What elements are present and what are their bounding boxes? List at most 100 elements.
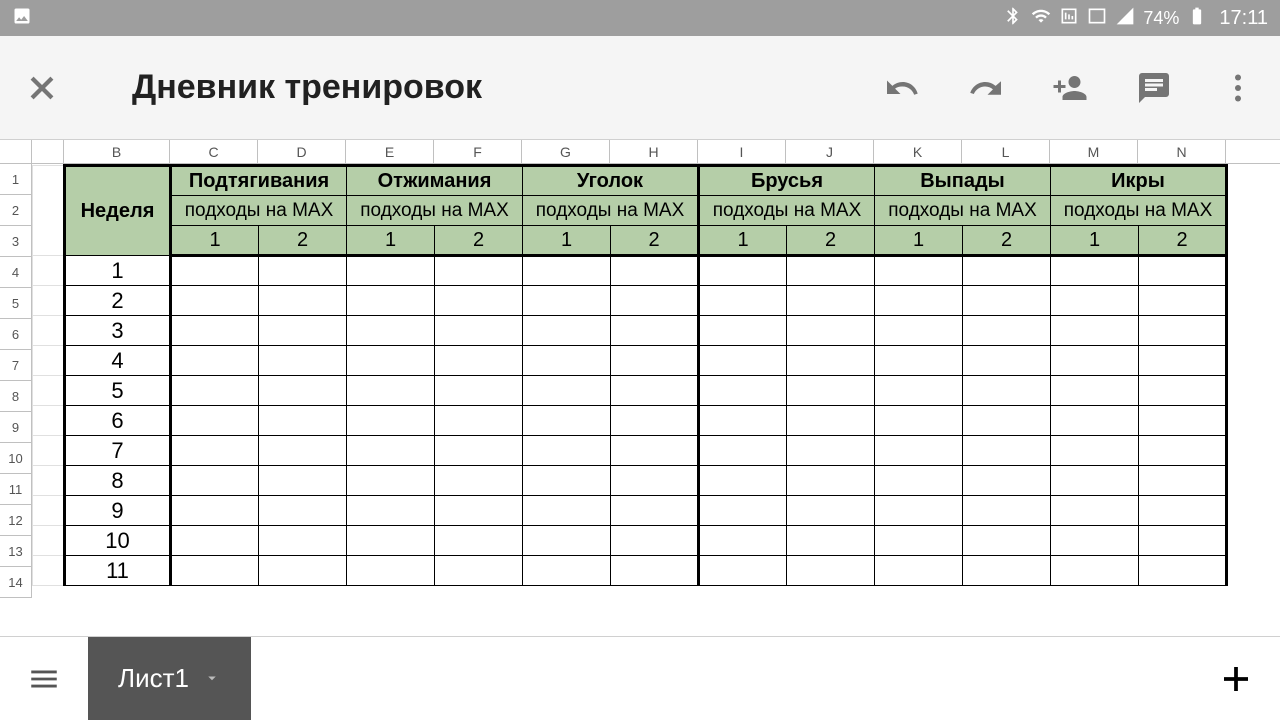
exercise-header[interactable]: Выпады	[875, 166, 1051, 196]
week-header[interactable]: Неделя	[65, 166, 171, 256]
cell[interactable]	[33, 166, 65, 256]
data-cell[interactable]	[259, 286, 347, 316]
data-cell[interactable]	[523, 556, 611, 586]
data-cell[interactable]	[171, 556, 259, 586]
cell[interactable]	[33, 406, 65, 436]
data-cell[interactable]	[699, 496, 787, 526]
exercise-header[interactable]: Икры	[1051, 166, 1227, 196]
corner-cell[interactable]	[0, 140, 32, 163]
data-cell[interactable]	[171, 316, 259, 346]
set-number-header[interactable]: 1	[1051, 226, 1139, 256]
data-cell[interactable]	[611, 376, 699, 406]
data-cell[interactable]	[963, 286, 1051, 316]
data-cell[interactable]	[875, 556, 963, 586]
data-cell[interactable]	[259, 496, 347, 526]
exercise-header[interactable]: Уголок	[523, 166, 699, 196]
data-cell[interactable]	[963, 376, 1051, 406]
data-cell[interactable]	[1051, 286, 1139, 316]
cell[interactable]	[33, 316, 65, 346]
set-number-header[interactable]: 2	[435, 226, 523, 256]
data-cell[interactable]	[963, 436, 1051, 466]
cell[interactable]	[33, 256, 65, 286]
data-cell[interactable]	[523, 286, 611, 316]
add-collaborator-button[interactable]	[1050, 68, 1090, 108]
data-cell[interactable]	[347, 406, 435, 436]
data-cell[interactable]	[611, 346, 699, 376]
data-cell[interactable]	[435, 526, 523, 556]
data-cell[interactable]	[1051, 526, 1139, 556]
data-cell[interactable]	[699, 406, 787, 436]
data-cell[interactable]	[699, 526, 787, 556]
data-cell[interactable]	[611, 286, 699, 316]
data-cell[interactable]	[787, 526, 875, 556]
data-cell[interactable]	[523, 466, 611, 496]
data-cell[interactable]	[963, 316, 1051, 346]
sheet-tab-active[interactable]: Лист1	[88, 637, 251, 720]
row-header[interactable]: 5	[0, 288, 32, 319]
training-log-table[interactable]: НеделяПодтягиванияОтжиманияУголокБрусьяВ…	[32, 164, 1228, 586]
row-header[interactable]: 7	[0, 350, 32, 381]
data-cell[interactable]	[435, 286, 523, 316]
cell[interactable]	[33, 496, 65, 526]
set-number-header[interactable]: 2	[611, 226, 699, 256]
data-cell[interactable]	[347, 436, 435, 466]
row-header[interactable]: 3	[0, 226, 32, 257]
subheader[interactable]: подходы на MAX	[347, 196, 523, 226]
data-cell[interactable]	[435, 316, 523, 346]
data-cell[interactable]	[1139, 556, 1227, 586]
data-cell[interactable]	[963, 406, 1051, 436]
redo-button[interactable]	[966, 68, 1006, 108]
week-number-cell[interactable]: 9	[65, 496, 171, 526]
data-cell[interactable]	[435, 556, 523, 586]
row-header[interactable]: 4	[0, 257, 32, 288]
week-number-cell[interactable]: 2	[65, 286, 171, 316]
column-header[interactable]: F	[434, 140, 522, 163]
column-header[interactable]: M	[1050, 140, 1138, 163]
data-cell[interactable]	[787, 436, 875, 466]
data-cell[interactable]	[435, 256, 523, 286]
data-cell[interactable]	[875, 466, 963, 496]
data-cell[interactable]	[875, 496, 963, 526]
data-cell[interactable]	[171, 526, 259, 556]
data-cell[interactable]	[963, 346, 1051, 376]
week-number-cell[interactable]: 4	[65, 346, 171, 376]
data-cell[interactable]	[347, 526, 435, 556]
set-number-header[interactable]: 1	[699, 226, 787, 256]
data-cell[interactable]	[611, 466, 699, 496]
data-cell[interactable]	[435, 406, 523, 436]
data-cell[interactable]	[699, 436, 787, 466]
data-cell[interactable]	[523, 406, 611, 436]
data-cell[interactable]	[171, 346, 259, 376]
cell[interactable]	[33, 346, 65, 376]
data-cell[interactable]	[699, 376, 787, 406]
data-cell[interactable]	[347, 376, 435, 406]
data-cell[interactable]	[963, 496, 1051, 526]
data-cell[interactable]	[523, 526, 611, 556]
data-cell[interactable]	[611, 316, 699, 346]
data-cell[interactable]	[787, 496, 875, 526]
data-cell[interactable]	[1139, 526, 1227, 556]
data-cell[interactable]	[963, 526, 1051, 556]
data-cell[interactable]	[1051, 346, 1139, 376]
week-number-cell[interactable]: 5	[65, 376, 171, 406]
row-header[interactable]: 11	[0, 474, 32, 505]
data-cell[interactable]	[1051, 556, 1139, 586]
comment-button[interactable]	[1134, 68, 1174, 108]
data-cell[interactable]	[787, 346, 875, 376]
data-cell[interactable]	[523, 436, 611, 466]
exercise-header[interactable]: Подтягивания	[171, 166, 347, 196]
column-header[interactable]: I	[698, 140, 786, 163]
data-cell[interactable]	[787, 286, 875, 316]
data-cell[interactable]	[963, 256, 1051, 286]
week-number-cell[interactable]: 1	[65, 256, 171, 286]
data-cell[interactable]	[347, 256, 435, 286]
data-cell[interactable]	[259, 526, 347, 556]
data-cell[interactable]	[875, 436, 963, 466]
data-cell[interactable]	[1051, 256, 1139, 286]
data-cell[interactable]	[1051, 316, 1139, 346]
data-cell[interactable]	[171, 496, 259, 526]
data-cell[interactable]	[171, 466, 259, 496]
data-cell[interactable]	[787, 406, 875, 436]
data-cell[interactable]	[1139, 406, 1227, 436]
exercise-header[interactable]: Брусья	[699, 166, 875, 196]
